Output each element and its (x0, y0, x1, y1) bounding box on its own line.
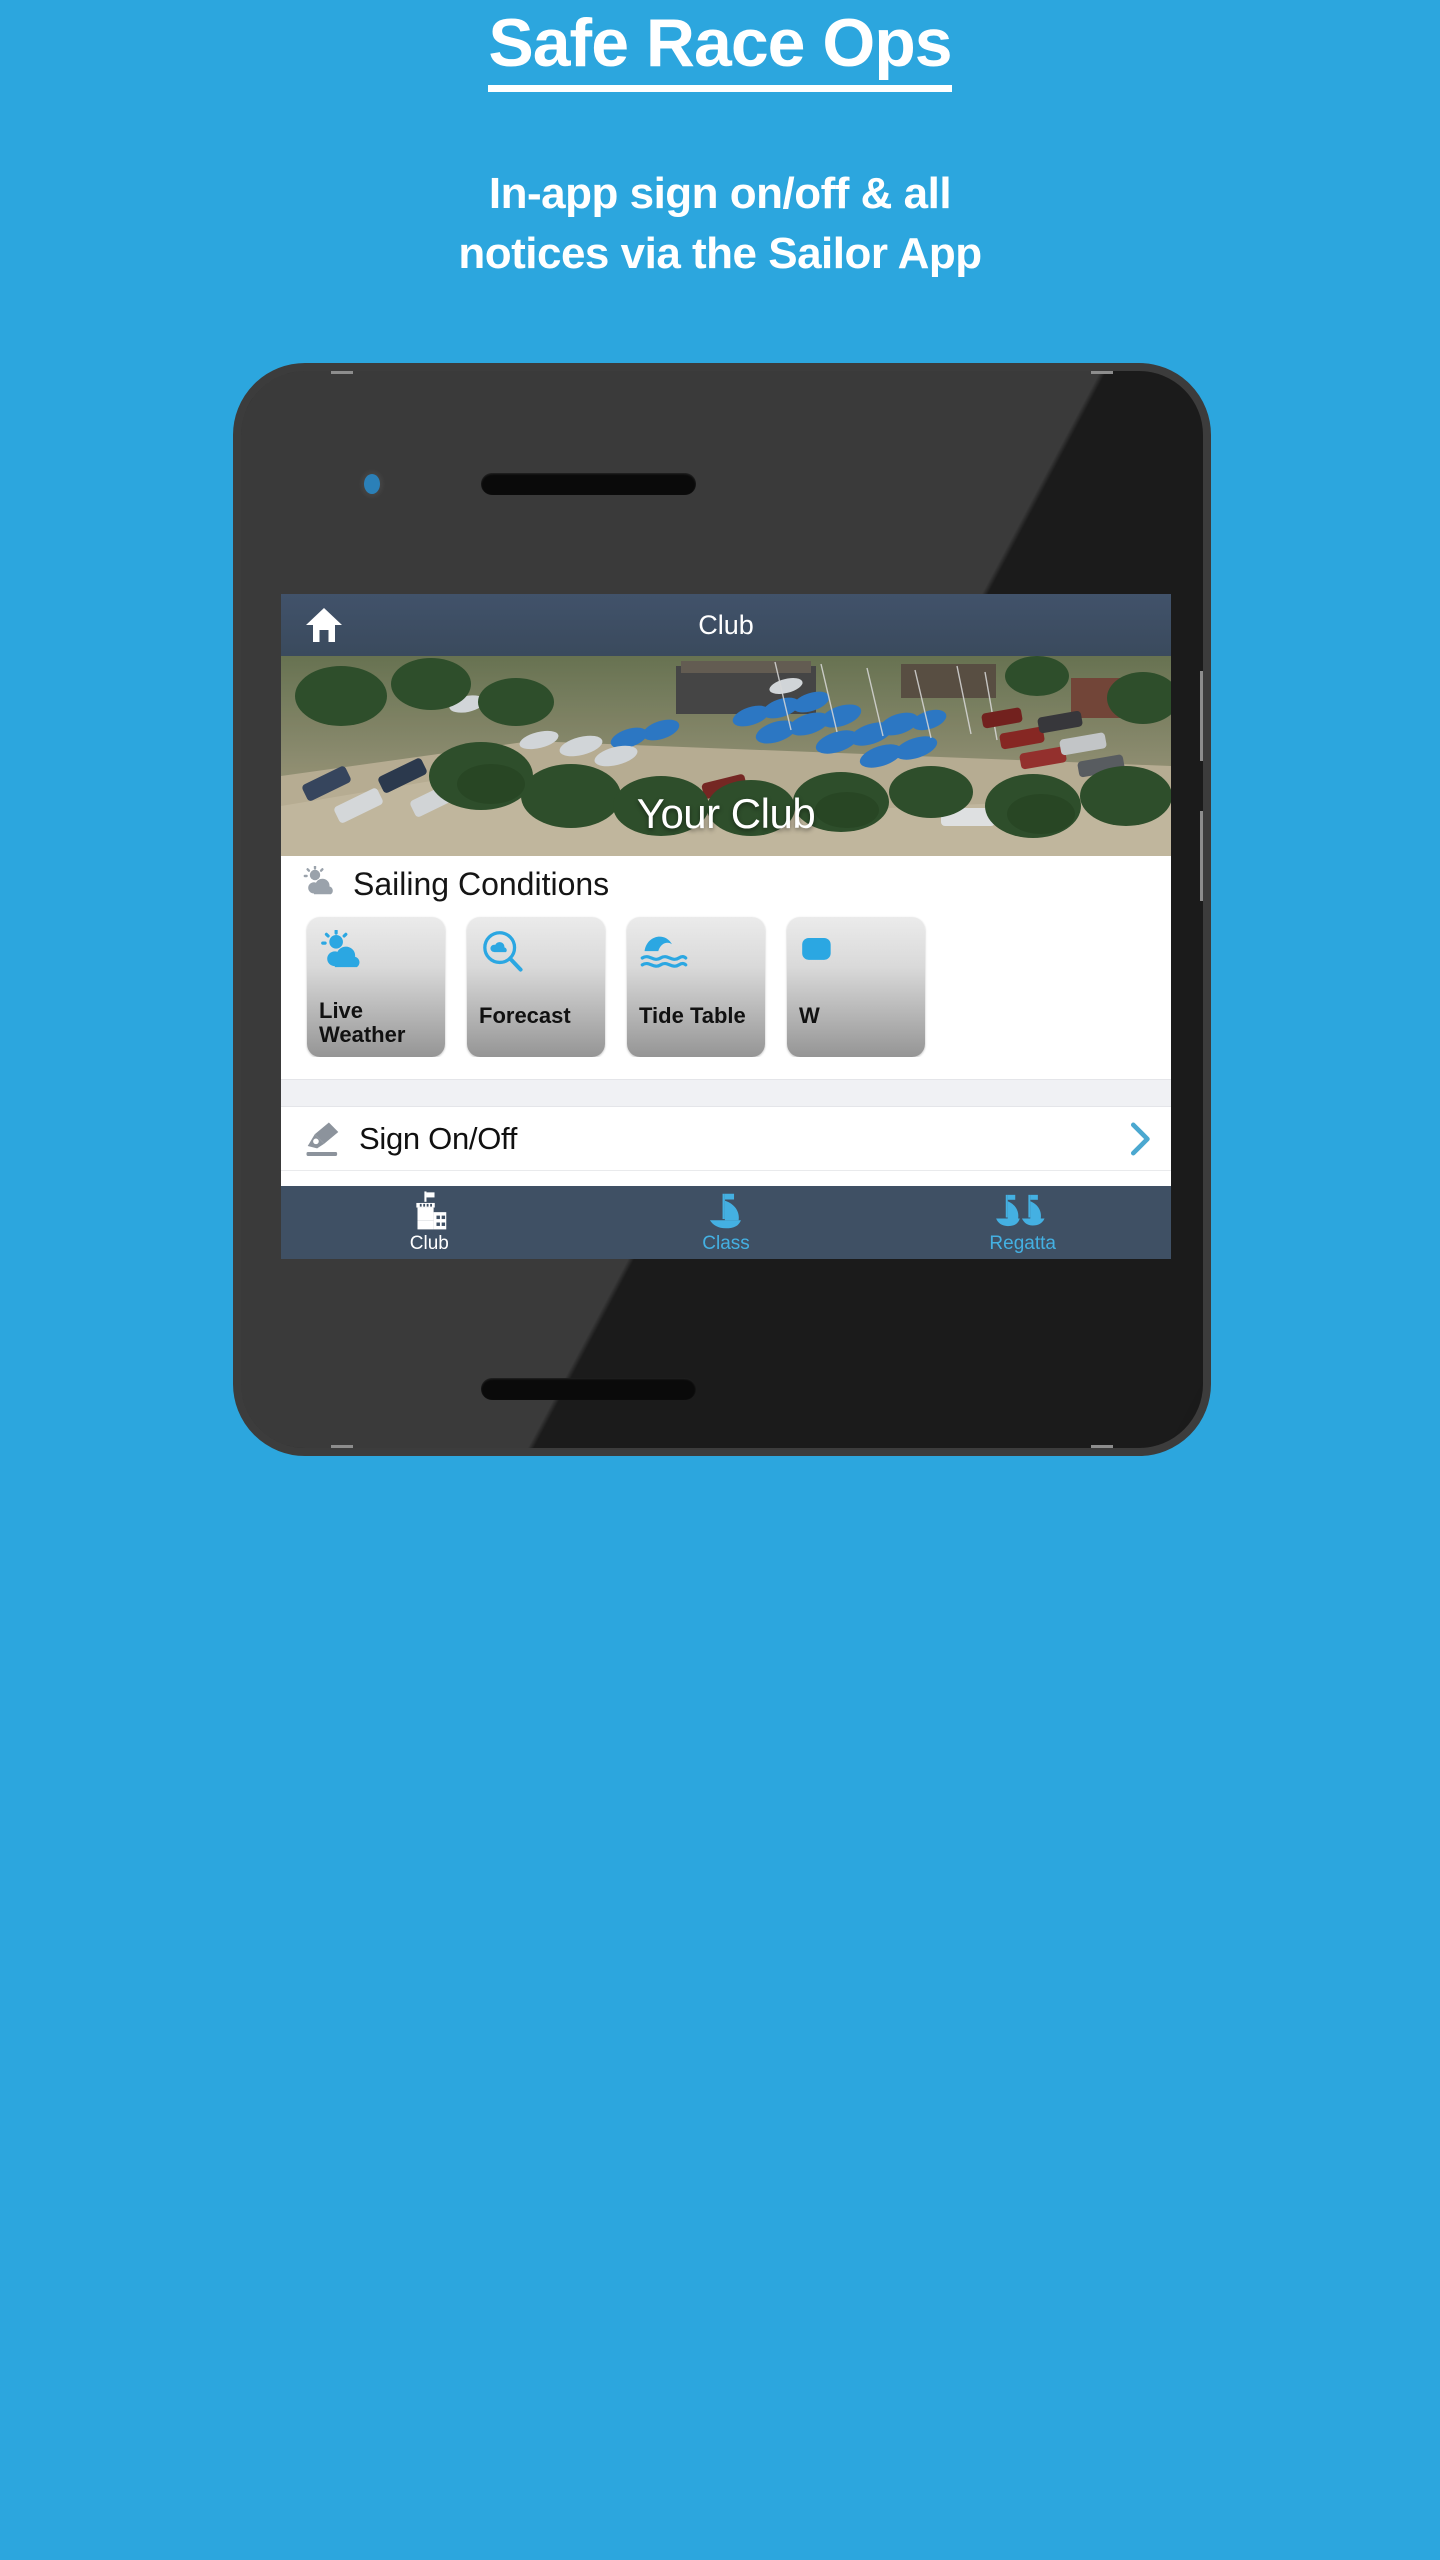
promo-subtitle: In-app sign on/off & all notices via the… (0, 164, 1440, 283)
bezel-antenna-nub (1091, 1445, 1113, 1448)
clubhouse-icon (281, 1190, 578, 1231)
tile-live-weather[interactable]: Live Weather (307, 917, 445, 1057)
menu-item-sign-on-off[interactable]: Sign On/Off (281, 1107, 1171, 1171)
tile-tide-table[interactable]: Tide Table (627, 917, 765, 1057)
app-bar: Club (281, 594, 1171, 656)
promo-subtitle-line-1: In-app sign on/off & all (488, 169, 952, 219)
app-bar-title: Club (698, 609, 754, 640)
promo-title-wrap: Safe Race Ops (0, 0, 1440, 93)
tab-club[interactable]: Club (281, 1190, 578, 1255)
earpiece-speaker-icon (481, 473, 696, 495)
sun-behind-cloud-icon (320, 929, 368, 977)
promo-subtitle-line-2: notices via the Sailor App (458, 228, 982, 278)
bezel-antenna-nub (1091, 371, 1113, 374)
tab-class[interactable]: Class (578, 1191, 875, 1255)
tab-label: Class (702, 1232, 750, 1254)
bottom-tab-bar: Club Class Regatta (281, 1186, 1171, 1259)
front-camera-icon (364, 474, 380, 494)
tile-forecast[interactable]: Forecast (467, 917, 605, 1057)
pen-signature-icon (303, 1120, 359, 1158)
home-indicator-bar (481, 1378, 696, 1400)
menu-item-label: Sign On/Off (359, 1120, 518, 1156)
bezel-antenna-nub (331, 371, 353, 374)
tab-label: Club (409, 1232, 449, 1254)
tile-label: W (799, 1003, 820, 1029)
tile-label: Live Weather (319, 997, 406, 1048)
section-divider (281, 1079, 1171, 1107)
sailing-conditions-header: Sailing Conditions (281, 856, 1171, 911)
volume-button[interactable] (1200, 671, 1203, 761)
chevron-right-icon[interactable] (1119, 1121, 1153, 1157)
wind-icon (800, 930, 846, 975)
sun-behind-cloud-icon (303, 865, 339, 903)
hero-title: Your Club (636, 790, 816, 837)
tile-label: Forecast (479, 1003, 571, 1029)
tile-label: Tide Table (639, 1003, 746, 1029)
cloud-magnifier-icon (480, 930, 526, 979)
app-screen: Club Your Club Sailing Conditions Live W… (281, 594, 1171, 1259)
two-sailboats-icon (874, 1191, 1171, 1231)
sailboat-icon (578, 1191, 875, 1231)
page-title: Safe Race Ops (488, 7, 953, 93)
phone-mockup: Club Your Club Sailing Conditions Live W… (233, 363, 1211, 1456)
bezel-antenna-nub (331, 1445, 353, 1448)
sailing-conditions-label: Sailing Conditions (353, 866, 610, 902)
hero-banner: Your Club (281, 656, 1171, 856)
tab-label: Regatta (989, 1232, 1056, 1254)
tile-wind-partial[interactable]: W (787, 917, 925, 1057)
promo-header: Safe Race Ops In-app sign on/off & all n… (0, 0, 1440, 283)
power-button[interactable] (1200, 811, 1203, 901)
tab-regatta[interactable]: Regatta (874, 1191, 1171, 1255)
sailing-conditions-tiles[interactable]: Live Weather Forecast Tide Table W (281, 911, 1171, 1057)
wave-icon (640, 930, 688, 975)
